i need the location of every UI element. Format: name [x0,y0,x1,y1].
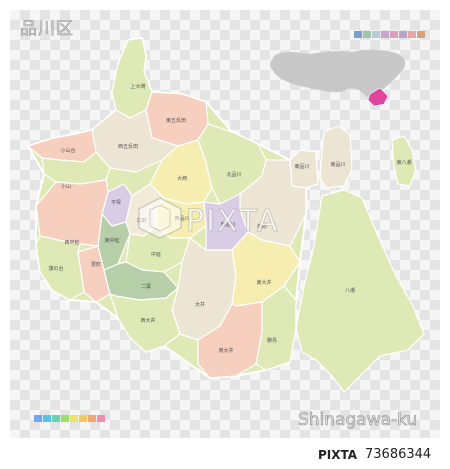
brand-logo: PIXTA [318,448,358,462]
district-area-1[interactable] [111,37,153,119]
swatch-1 [34,415,42,422]
swatch-3 [372,31,380,38]
district-label: 旗の台 [48,265,63,272]
swatch-8 [97,415,105,422]
district-label: 勝島 [267,337,277,344]
district-label: 中延 [151,251,161,258]
swatch-2 [363,31,371,38]
district-label: 東大井 [256,279,271,286]
district-label: 東五反田 [166,117,186,124]
map-title-romaji: Shinagawa-ku [298,410,418,431]
district-label: 西中延 [64,239,79,246]
district-area-27[interactable] [295,189,425,393]
district-label: 大井 [195,301,205,308]
district-label: 大崎 [177,175,187,182]
district-label: 西五反田 [118,143,138,150]
swatch-5 [390,31,398,38]
color-swatches-top [354,31,425,38]
map-title: 品川区 [20,19,74,40]
swatch-7 [408,31,416,38]
district-label: 南大井 [218,347,233,354]
district-label: 北品川 [226,171,241,178]
inset-tokyo-shape [270,49,406,98]
inset-locator-map [270,49,406,107]
district-label: 八潮 [345,287,355,294]
swatch-6 [79,415,87,422]
district-label: 東品川 [330,161,345,168]
district-area-9[interactable] [319,125,353,189]
swatch-3 [52,415,60,422]
map-frame: 上大崎 東五反田 西五反田 小山台 小山 大崎 北品川 東品川 東品川 東八潮 荏原 平塚 西品川 南品川… [0,0,450,469]
watermark-logo-icon [138,197,182,239]
swatch-6 [399,31,407,38]
swatch-1 [354,31,362,38]
swatch-2 [43,415,51,422]
district-label: 平塚 [111,199,121,206]
swatch-4 [61,415,69,422]
swatch-4 [381,31,389,38]
district-label: 小山台 [60,147,75,154]
color-swatches-bottom [34,415,105,422]
district-label: 東品川 [294,163,309,170]
stock-footer: PIXTA 73686344 [0,442,450,469]
stock-id: 73686344 [365,447,432,462]
district-label: 東中延 [104,237,119,244]
watermark-text: PIXTA [185,204,280,240]
district-label: 東八潮 [396,159,411,166]
swatch-5 [70,415,78,422]
swatch-8 [417,31,425,38]
swatch-7 [88,415,96,422]
district-label: 二葉 [141,283,151,290]
district-label: 上大崎 [130,83,145,90]
district-label: 豊町 [91,261,101,268]
district-label: 小山 [61,183,71,190]
district-label: 西大井 [140,317,155,324]
